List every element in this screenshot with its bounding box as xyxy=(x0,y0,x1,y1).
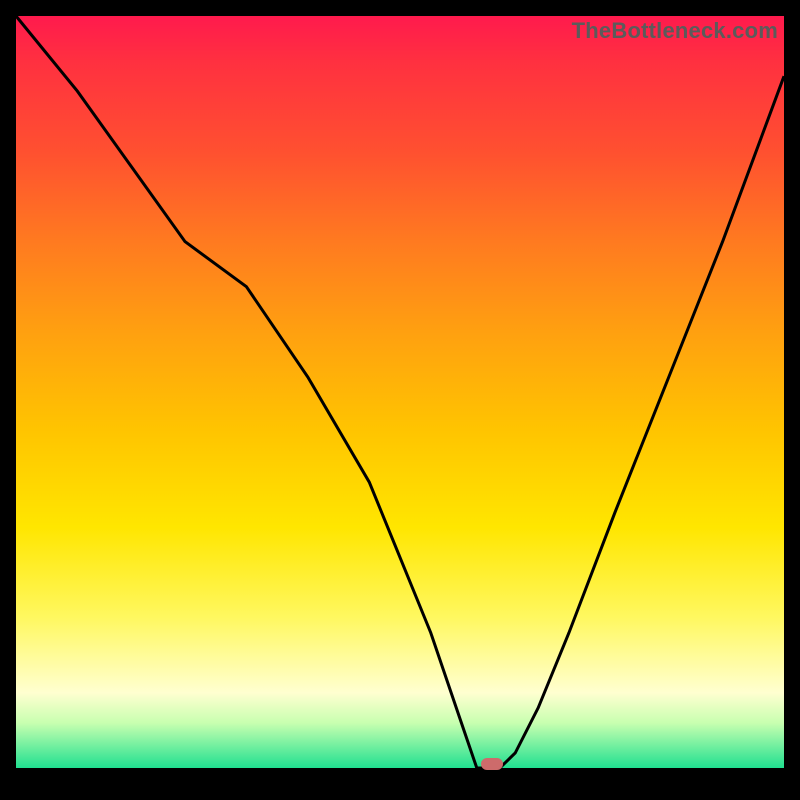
chart-frame: TheBottleneck.com xyxy=(0,0,800,800)
curve-path xyxy=(16,16,784,768)
plot-area: TheBottleneck.com xyxy=(16,16,784,768)
optimal-marker xyxy=(481,758,503,770)
bottleneck-curve xyxy=(16,16,784,768)
